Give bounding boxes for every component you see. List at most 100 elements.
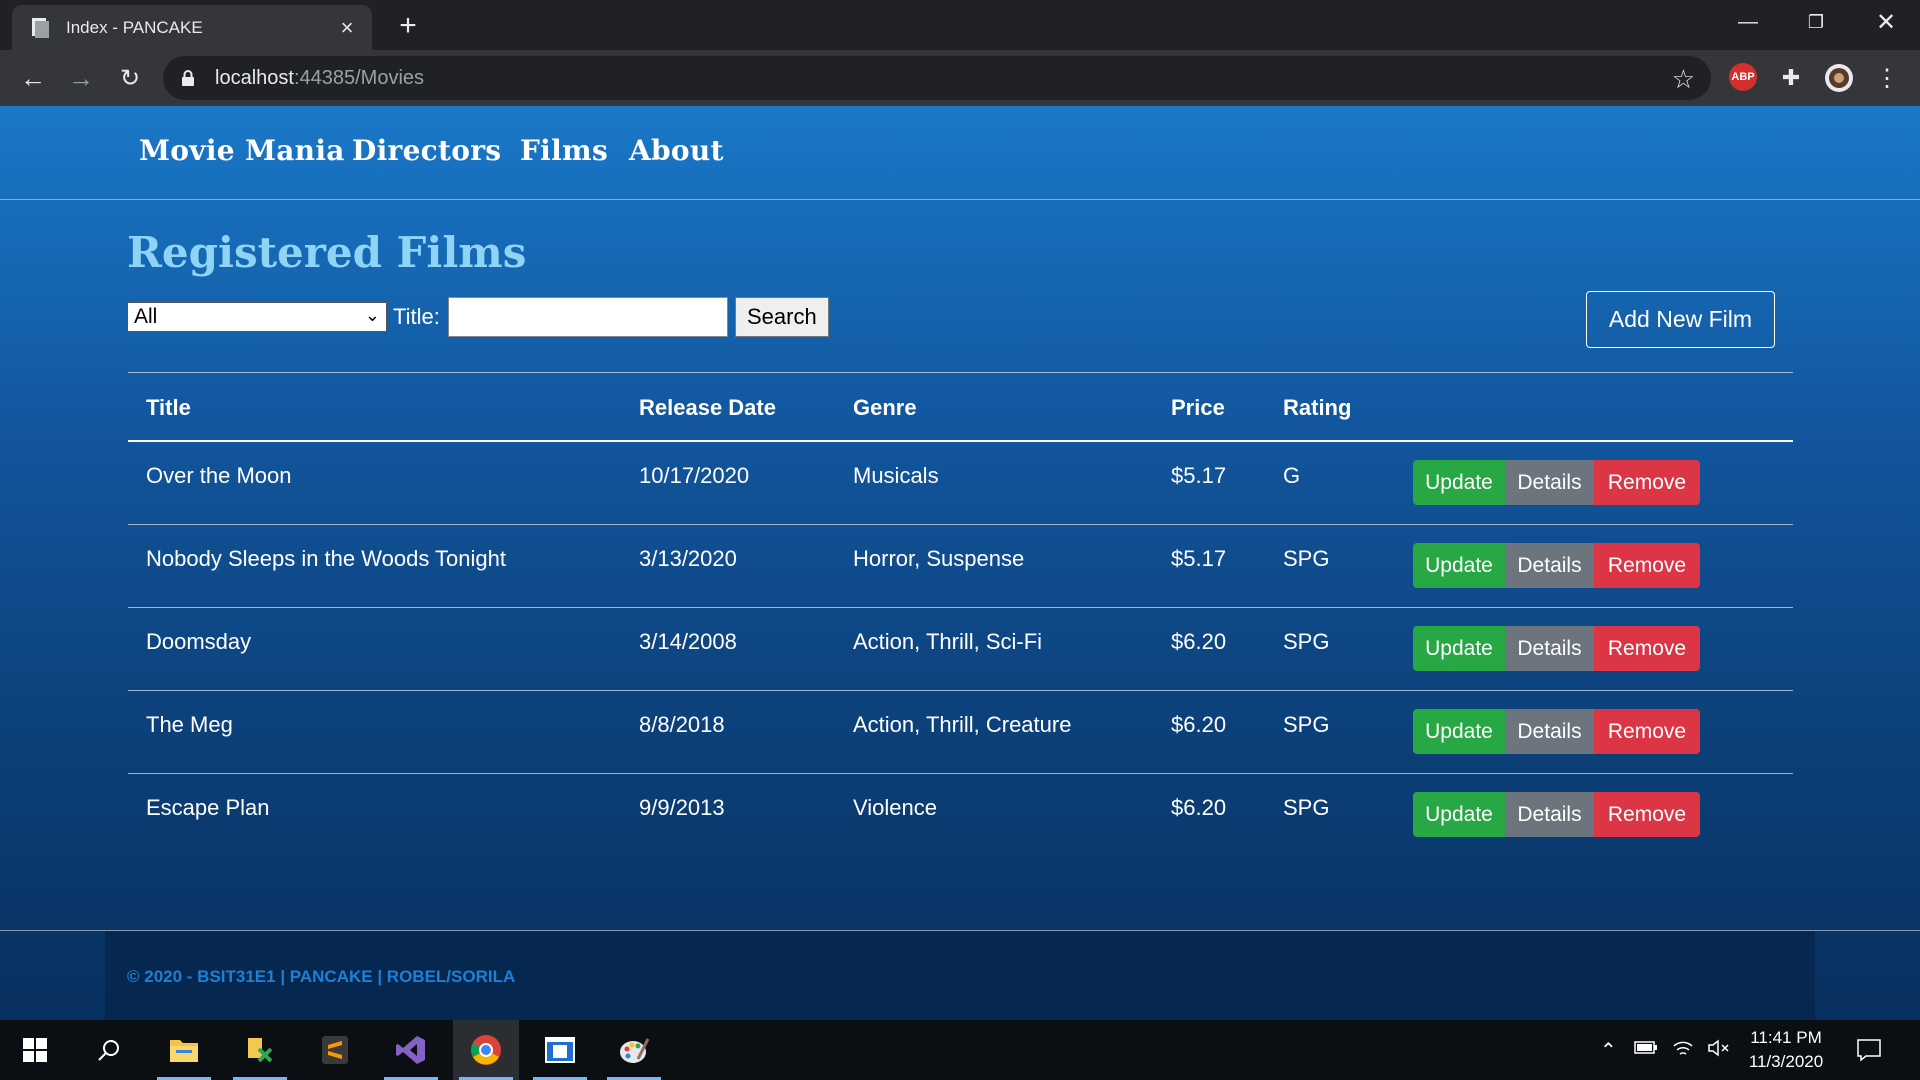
details-button[interactable]: Details <box>1505 709 1594 754</box>
close-tab-icon[interactable]: × <box>336 15 358 40</box>
windows-taskbar: ⌃ 11:41 PM 11/3/2020 <box>0 1020 1920 1080</box>
column-header-release-date: Release Date <box>639 395 776 420</box>
reload-icon[interactable]: ↻ <box>110 58 150 98</box>
update-button[interactable]: Update <box>1413 709 1505 754</box>
film-genre: Action, Thrill, Creature <box>853 712 1072 737</box>
url-host: localhost <box>215 66 294 89</box>
new-tab-icon[interactable]: + <box>392 9 424 42</box>
update-button[interactable]: Update <box>1413 626 1505 671</box>
update-button[interactable]: Update <box>1413 792 1505 837</box>
chrome-icon[interactable] <box>453 1020 519 1080</box>
back-icon[interactable]: ← <box>13 58 53 98</box>
genre-filter-select[interactable]: All ⌄ <box>127 302 387 332</box>
update-button[interactable]: Update <box>1413 543 1505 588</box>
page-icon <box>30 17 50 39</box>
nav-brand[interactable]: Movie Mania <box>139 134 345 167</box>
film-release-date: 3/13/2020 <box>639 546 737 571</box>
title-search-input[interactable] <box>447 297 728 337</box>
notifications-icon[interactable] <box>1856 1038 1882 1068</box>
remove-button[interactable]: Remove <box>1594 709 1700 754</box>
lock-icon <box>181 70 197 86</box>
row-actions: Update Details Remove <box>1413 709 1700 754</box>
row-actions: Update Details Remove <box>1413 543 1700 588</box>
window-app-icon[interactable] <box>527 1020 593 1080</box>
film-genre: Musicals <box>853 463 939 488</box>
nav-link-directors[interactable]: Directors <box>352 134 501 167</box>
details-button[interactable]: Details <box>1505 543 1594 588</box>
web-page: Movie Mania Directors Films About Regist… <box>0 106 1920 1021</box>
visual-studio-icon[interactable] <box>378 1020 444 1080</box>
extensions-puzzle-icon[interactable]: ✚ <box>1776 63 1806 93</box>
row-actions: Update Details Remove <box>1413 460 1700 505</box>
row-actions: Update Details Remove <box>1413 626 1700 671</box>
column-header-price: Price <box>1171 395 1225 420</box>
film-genre: Violence <box>853 795 937 820</box>
adblock-plus-icon[interactable]: ABP <box>1729 63 1757 91</box>
column-header-rating: Rating <box>1283 395 1352 420</box>
browser-menu-icon[interactable]: ⋮ <box>1872 63 1902 93</box>
table-row: The Meg 8/8/2018 Action, Thrill, Creatur… <box>128 691 1793 774</box>
film-rating: SPG <box>1283 795 1330 820</box>
film-release-date: 3/14/2008 <box>639 629 737 654</box>
add-new-film-button[interactable]: Add New Film <box>1586 291 1775 348</box>
browser-titlebar: Index - PANCAKE × + — ❐ ✕ <box>0 0 1920 50</box>
table-row: Over the Moon 10/17/2020 Musicals $5.17 … <box>128 442 1793 525</box>
site-navbar: Movie Mania Directors Films About <box>0 106 1920 200</box>
film-title: The Meg <box>146 712 233 737</box>
system-clock[interactable]: 11:41 PM 11/3/2020 <box>1744 1026 1828 1074</box>
footer-container: © 2020 - BSIT31E1 | PANCAKE | ROBEL/SORI… <box>105 931 1815 1021</box>
search-button[interactable]: Search <box>734 297 829 337</box>
film-genre: Horror, Suspense <box>853 546 1025 571</box>
restore-icon[interactable]: ❐ <box>1786 0 1846 44</box>
film-rating: SPG <box>1283 712 1330 737</box>
paint-app-icon[interactable] <box>601 1020 667 1080</box>
update-button[interactable]: Update <box>1413 460 1505 505</box>
windows-start-icon[interactable] <box>2 1020 68 1080</box>
remove-button[interactable]: Remove <box>1594 792 1700 837</box>
tab-title: Index - PANCAKE <box>66 17 203 37</box>
details-button[interactable]: Details <box>1505 460 1594 505</box>
title-label: Title: <box>393 304 440 329</box>
films-table: Title Release Date Genre Price Rating Ov… <box>128 372 1793 857</box>
wifi-icon[interactable] <box>1672 1038 1694 1064</box>
remove-button[interactable]: Remove <box>1594 543 1700 588</box>
film-price: $6.20 <box>1171 629 1227 654</box>
file-explorer-icon[interactable] <box>151 1020 217 1080</box>
table-row: Escape Plan 9/9/2013 Violence $6.20 SPG … <box>128 774 1793 857</box>
film-genre: Action, Thrill, Sci-Fi <box>853 629 1043 654</box>
minimize-icon[interactable]: — <box>1718 0 1778 44</box>
film-title: Nobody Sleeps in the Woods Tonight <box>146 546 506 571</box>
browser-toolbar: ← → ↻ localhost:44385/Movies ☆ ABP ✚ ⋮ <box>0 50 1920 106</box>
film-release-date: 9/9/2013 <box>639 795 725 820</box>
forward-icon[interactable]: → <box>61 58 101 98</box>
browser-tab[interactable]: Index - PANCAKE × <box>12 5 372 50</box>
film-title: Over the Moon <box>146 463 292 488</box>
film-rating: G <box>1283 463 1301 488</box>
footer-copyright: © 2020 - BSIT31E1 | PANCAKE | ROBEL/SORI… <box>127 967 516 986</box>
remove-button[interactable]: Remove <box>1594 460 1700 505</box>
chevron-up-icon[interactable]: ⌃ <box>1600 1038 1617 1063</box>
remove-button[interactable]: Remove <box>1594 626 1700 671</box>
film-release-date: 10/17/2020 <box>639 463 750 488</box>
column-header-title: Title <box>146 395 191 420</box>
profile-avatar[interactable] <box>1824 63 1854 93</box>
film-rating: SPG <box>1283 546 1330 571</box>
table-row: Nobody Sleeps in the Woods Tonight 3/13/… <box>128 525 1793 608</box>
volume-muted-icon[interactable] <box>1707 1038 1731 1064</box>
film-price: $5.17 <box>1171 463 1227 488</box>
details-button[interactable]: Details <box>1505 626 1594 671</box>
page-title: Registered Films <box>127 228 527 277</box>
battery-icon[interactable] <box>1634 1038 1658 1062</box>
nav-link-films[interactable]: Films <box>520 134 608 167</box>
film-release-date: 8/8/2018 <box>639 712 725 737</box>
details-button[interactable]: Details <box>1505 792 1594 837</box>
xampp-app-icon[interactable] <box>227 1020 293 1080</box>
nav-link-about[interactable]: About <box>629 134 724 167</box>
bookmark-star-icon[interactable]: ☆ <box>1672 64 1695 95</box>
address-bar[interactable]: localhost:44385/Movies ☆ <box>163 56 1711 100</box>
close-window-icon[interactable]: ✕ <box>1856 0 1916 44</box>
table-row: Doomsday 3/14/2008 Action, Thrill, Sci-F… <box>128 608 1793 691</box>
sublime-text-icon[interactable] <box>302 1020 368 1080</box>
url-path: :44385/Movies <box>293 66 425 89</box>
search-icon[interactable] <box>76 1020 142 1080</box>
